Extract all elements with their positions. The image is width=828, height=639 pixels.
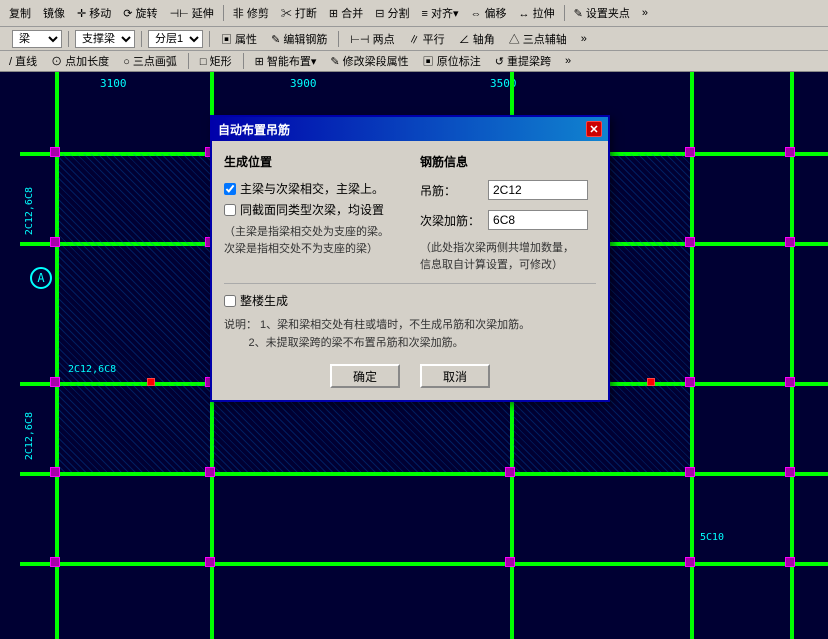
checkbox1-label: 主梁与次梁相交，主梁上。 — [240, 180, 384, 197]
steel-input-2[interactable] — [488, 210, 588, 230]
dialog-columns: 生成位置 主梁与次梁相交，主梁上。 同截面同类型次梁，均设置 （主梁是指梁相交处… — [224, 153, 596, 273]
dialog-close-button[interactable]: ✕ — [586, 121, 602, 137]
steel-hint: （此处指次梁两侧共增加数量，信息取自计算设置，可修改） — [420, 240, 596, 273]
note-section: 说明： 1、梁和梁相交处有柱或墙时，不生成吊筋和次梁加筋。 2、未提取梁跨的梁不… — [224, 317, 596, 352]
checkbox2-row: 同截面同类型次梁，均设置 — [224, 201, 400, 218]
steel-row-2: 次梁加筋： — [420, 210, 596, 230]
dialog-titlebar: 自动布置吊筋 ✕ — [212, 117, 608, 141]
checkbox1[interactable] — [224, 183, 236, 195]
checkbox2[interactable] — [224, 204, 236, 216]
cancel-button[interactable]: 取消 — [420, 364, 490, 388]
checkbox3-row: 整楼生成 — [224, 292, 596, 309]
auto-hanger-dialog: 自动布置吊筋 ✕ 生成位置 主梁与次梁相交，主梁上。 同截面同类型次梁，均设置 … — [210, 115, 610, 402]
steel-row-1: 吊筋： — [420, 180, 596, 200]
dialog-buttons: 确定 取消 — [224, 364, 596, 388]
steel-label-2: 次梁加筋： — [420, 212, 480, 229]
dialog-body: 生成位置 主梁与次梁相交，主梁上。 同截面同类型次梁，均设置 （主梁是指梁相交处… — [212, 141, 608, 400]
checkbox3[interactable] — [224, 295, 236, 307]
dialog-overlay: 自动布置吊筋 ✕ 生成位置 主梁与次梁相交，主梁上。 同截面同类型次梁，均设置 … — [0, 0, 828, 639]
right-column: 钢筋信息 吊筋： 次梁加筋： （此处指次梁两侧共增加数量，信息取自计算设置，可修… — [420, 153, 596, 273]
left-col-title: 生成位置 — [224, 153, 400, 172]
check-section: 整楼生成 — [224, 292, 596, 309]
checkbox3-label: 整楼生成 — [240, 292, 288, 309]
left-column: 生成位置 主梁与次梁相交，主梁上。 同截面同类型次梁，均设置 （主梁是指梁相交处… — [224, 153, 400, 273]
steel-label-1: 吊筋： — [420, 182, 480, 199]
steel-input-1[interactable] — [488, 180, 588, 200]
confirm-button[interactable]: 确定 — [330, 364, 400, 388]
section-divider — [224, 283, 596, 284]
dialog-title: 自动布置吊筋 — [218, 121, 290, 138]
hint-text-1: （主梁是指梁相交处为支座的梁。次梁是指相交处不为支座的梁） — [224, 224, 400, 257]
right-col-title: 钢筋信息 — [420, 153, 596, 172]
checkbox1-row: 主梁与次梁相交，主梁上。 — [224, 180, 400, 197]
note-title: 说明： — [224, 319, 257, 331]
checkbox2-label: 同截面同类型次梁，均设置 — [240, 201, 384, 218]
